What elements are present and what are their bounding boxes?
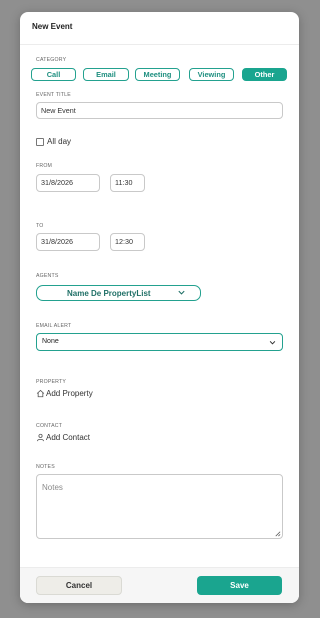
from-time-input[interactable]: 11:30	[110, 174, 145, 192]
home-icon	[36, 389, 45, 398]
agents-select[interactable]: Name De PropertyList	[36, 285, 201, 301]
category-label: CATEGORY	[36, 57, 67, 63]
event-title-label: EVENT TITLE	[36, 92, 71, 98]
all-day-checkbox[interactable]	[36, 138, 44, 146]
event-title-input[interactable]: New Event	[36, 102, 283, 119]
chevron-down-icon	[269, 341, 276, 345]
add-property-link[interactable]: Add Property	[36, 389, 93, 398]
from-date-input[interactable]: 31/8/2026	[36, 174, 100, 192]
from-label: FROM	[36, 163, 53, 169]
dialog-title: New Event	[32, 22, 73, 31]
category-meeting-button[interactable]: Meeting	[135, 68, 180, 81]
property-label: PROPERTY	[36, 379, 67, 385]
to-time-input[interactable]: 12:30	[110, 233, 145, 251]
email-alert-select[interactable]: None	[36, 333, 283, 351]
category-email-button[interactable]: Email	[83, 68, 129, 81]
to-label: TO	[36, 223, 44, 229]
to-date-input[interactable]: 31/8/2026	[36, 233, 100, 251]
add-property-label: Add Property	[46, 389, 93, 398]
contact-label: CONTACT	[36, 423, 63, 429]
all-day-label: All day	[47, 137, 72, 146]
notes-textarea[interactable]: Notes	[36, 474, 283, 539]
add-contact-link[interactable]: Add Contact	[36, 433, 90, 442]
save-button[interactable]: Save	[197, 576, 282, 595]
notes-label: NOTES	[36, 464, 55, 470]
category-call-button[interactable]: Call	[31, 68, 76, 81]
cancel-button[interactable]: Cancel	[36, 576, 122, 595]
email-alert-value: None	[42, 338, 59, 345]
dialog-header: New Event	[20, 12, 299, 45]
new-event-dialog: New Event CATEGORY Call Email Meeting Vi…	[20, 12, 299, 603]
chevron-down-icon	[178, 290, 185, 295]
dialog-footer: Cancel Save	[20, 567, 299, 603]
resize-handle-icon[interactable]	[274, 530, 281, 537]
category-other-button[interactable]: Other	[242, 68, 287, 81]
person-icon	[37, 433, 44, 442]
category-viewing-button[interactable]: Viewing	[189, 68, 234, 81]
add-contact-label: Add Contact	[46, 433, 91, 442]
agents-selected-value: Name De PropertyList	[67, 289, 151, 298]
agents-label: AGENTS	[36, 273, 59, 279]
email-alert-label: EMAIL ALERT	[36, 323, 72, 329]
notes-placeholder: Notes	[42, 483, 63, 492]
